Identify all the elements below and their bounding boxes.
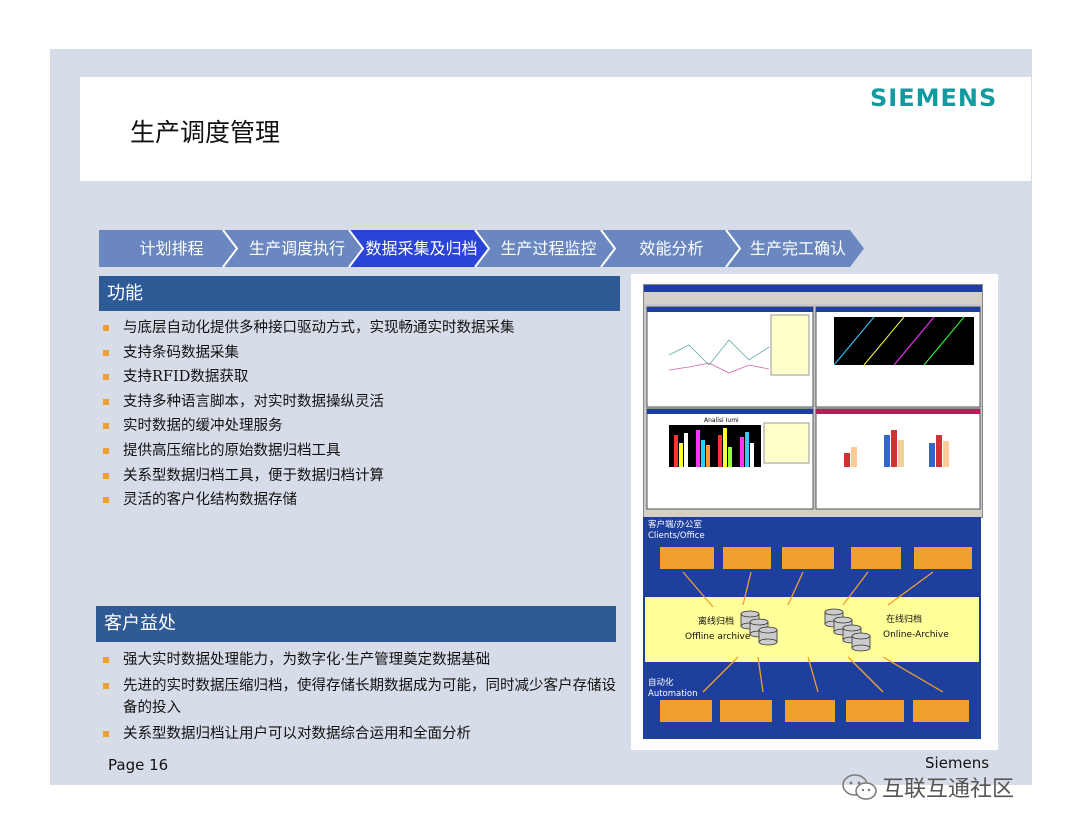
wechat-icon — [842, 774, 877, 800]
list-item: 灵活的客户化结构数据存储 — [101, 488, 611, 513]
list-item: 关系型数据归档让用户可以对数据综合运用和全面分析 — [101, 723, 616, 745]
functions-list: 与底层自动化提供多种接口驱动方式，实现畅通实时数据采集 支持条码数据采集 支持R… — [101, 316, 611, 513]
company-name: Siemens — [925, 754, 990, 772]
online-storage-icon — [824, 608, 871, 652]
watermark-text: 互联互通社区 — [882, 777, 1015, 802]
benefits-heading: 客户益处 — [96, 606, 616, 642]
offline-storage-icon — [740, 610, 778, 646]
automation-label-cn: 自动化 — [648, 678, 674, 688]
benefits-list: 强大实时数据处理能力，为数字化·生产管理奠定数据基础 先进的实时数据压缩归档，使… — [101, 649, 616, 749]
pipeline-step-analysis[interactable]: 效能分析 — [614, 230, 729, 267]
automation-box — [720, 700, 772, 722]
pipeline-step-plan[interactable]: 计划排程 — [109, 230, 234, 267]
functions-heading: 功能 — [99, 276, 620, 311]
software-screenshot: Analisi Iumi — [643, 284, 983, 518]
slide-title: 生产调度管理 — [130, 118, 281, 147]
automation-box — [660, 700, 712, 722]
screenshot-chart-title: Analisi Iumi — [704, 417, 739, 424]
list-item: 强大实时数据处理能力，为数字化·生产管理奠定数据基础 — [101, 649, 616, 671]
pipeline-step-data-collection[interactable]: 数据采集及归档 — [359, 230, 484, 267]
automation-label-en: Automation — [648, 689, 698, 699]
pipeline-step-dispatch[interactable]: 生产调度执行 — [241, 230, 353, 267]
list-item: 先进的实时数据压缩归档，使得存储长期数据成为可能，同时减少客户存储设备的投入 — [101, 675, 616, 719]
list-item: 提供高压缩比的原始数据归档工具 — [101, 439, 611, 464]
process-pipeline: 计划排程 生产调度执行 数据采集及归档 生产过程监控 效能分析 生产完工确认 — [99, 230, 864, 267]
pipeline-step-completion[interactable]: 生产完工确认 — [739, 230, 857, 267]
list-item: 关系型数据归档工具，便于数据归档计算 — [101, 464, 611, 489]
automation-box — [913, 700, 969, 722]
list-item: 支持多种语言脚本，对实时数据操纵灵活 — [101, 390, 611, 415]
list-item: 实时数据的缓冲处理服务 — [101, 414, 611, 439]
screenshot-graphic: Analisi Iumi — [644, 285, 982, 517]
list-item: 支持RFID数据获取 — [101, 365, 611, 390]
siemens-logo: SIEMENS — [870, 84, 998, 112]
list-item: 与底层自动化提供多种接口驱动方式，实现畅通实时数据采集 — [101, 316, 611, 341]
automation-box — [785, 700, 835, 722]
list-item: 支持条码数据采集 — [101, 341, 611, 366]
automation-box — [846, 700, 904, 722]
page-number: Page 16 — [108, 756, 169, 774]
pipeline-step-monitoring[interactable]: 生产过程监控 — [491, 230, 606, 267]
